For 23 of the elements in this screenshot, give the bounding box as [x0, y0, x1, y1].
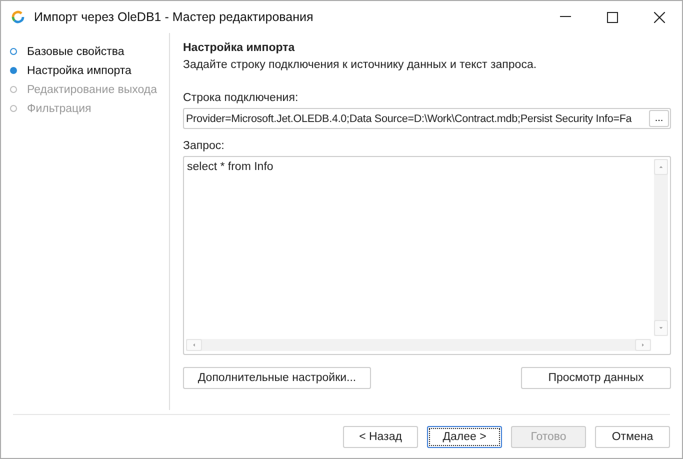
field-label: Строка подключения: [183, 92, 300, 106]
scroll-up-icon[interactable] [654, 159, 668, 175]
wizard-button[interactable]: Отмена [595, 426, 670, 448]
section-heading: Настройка импорта [183, 42, 296, 56]
maximize-icon[interactable] [607, 12, 618, 22]
wizard-button[interactable]: Далее > [427, 426, 502, 448]
scroll-down-icon[interactable] [654, 320, 668, 336]
connection-string-field[interactable]: Provider=Microsoft.Jet.OLEDB.4.0;Data Source=D:\Work\Contract.mdb;Persist Security Info=Fa ... [183, 108, 671, 129]
window-title: Импорт через OleDB1 - Мастер редактирования [34, 10, 314, 24]
scroll-right-icon[interactable] [635, 339, 651, 351]
step-item[interactable]: Базовые свойства [27, 46, 124, 58]
step-item[interactable]: Настройка импорта [27, 64, 132, 76]
query-text-area[interactable]: select * from Info [183, 156, 671, 355]
section-description: Задайте строку подключения к источнику данных и текст запроса. [183, 59, 538, 73]
advanced-settings-button[interactable]: Дополнительные настройки... [183, 367, 371, 389]
scroll-left-icon[interactable] [186, 339, 202, 351]
app-logo-icon [10, 9, 26, 25]
wizard-button[interactable]: < Назад [343, 426, 418, 448]
preview-data-button[interactable]: Просмотр данных [521, 367, 671, 389]
browse-button[interactable]: ... [649, 110, 669, 127]
field-label: Запрос: [183, 140, 226, 154]
minimize-icon[interactable] [560, 16, 571, 18]
close-icon[interactable] [654, 12, 665, 22]
